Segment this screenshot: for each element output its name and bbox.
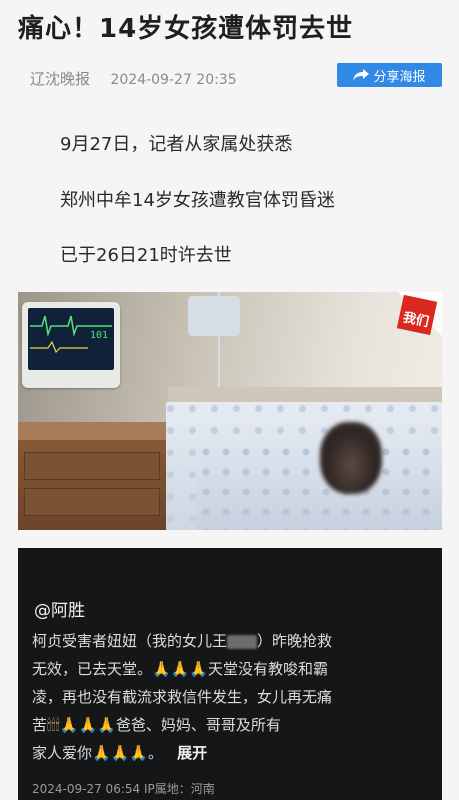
post-line-2: 无效，已去天堂。🙏🙏🙏天堂没有教唆和霸 xyxy=(32,660,329,678)
article-title: 痛心！14岁女孩遭体罚去世 xyxy=(18,14,354,44)
iv-bag xyxy=(188,296,240,336)
pray-emoji-icon: 🙏🙏🙏 xyxy=(59,716,116,734)
post-line-5: 家人爱你🙏🙏🙏。 展开 xyxy=(32,744,208,762)
post-timestamp: 2024-09-27 06:54 IP属地：河南 xyxy=(32,782,215,796)
watermark-badge: 我们 xyxy=(396,292,442,336)
blurred-name xyxy=(227,634,258,649)
pray-emoji-icon: 🙏🙏🙏 xyxy=(152,660,209,678)
share-label: 分享海报 xyxy=(373,69,426,85)
post-line-3: 凌，再也没有截流求救信件发生，女儿再无痛 xyxy=(32,688,333,706)
social-post-screenshot[interactable]: @阿胜 柯贞受害者妞妞（我的女儿王 ）昨晚抢救 无效，已去天堂。🙏🙏🙏天堂没有教唆… xyxy=(18,548,442,800)
blurred-face xyxy=(320,422,382,494)
paragraph-2: 郑州中牟14岁女孩遭教官体罚昏迷 xyxy=(60,190,335,211)
article-source[interactable]: 辽沈晚报 xyxy=(30,70,90,88)
article-datetime: 2024-09-27 20:35 xyxy=(110,72,237,88)
bedside-cabinet xyxy=(18,422,166,530)
patient-monitor: 101 xyxy=(22,302,120,388)
hospital-photo[interactable]: 101 我们 xyxy=(18,292,442,530)
paragraph-1: 9月27日，记者从家属处获悉 xyxy=(60,134,293,155)
monitor-reading: 101 xyxy=(90,330,108,341)
share-poster-button[interactable]: 分享海报 xyxy=(337,63,442,87)
post-author[interactable]: @阿胜 xyxy=(34,596,85,621)
blanket xyxy=(196,442,442,530)
paragraph-3: 已于26日21时许去世 xyxy=(60,245,232,266)
candle-emoji-icon: 🕯🕯🕯 xyxy=(47,716,60,734)
share-arrow-icon xyxy=(353,69,370,81)
pray-emoji-icon: 🙏🙏🙏 xyxy=(92,744,149,762)
post-line-4: 苦🕯🕯🕯🙏🙏🙏爸爸、妈妈、哥哥及所有 xyxy=(32,716,281,734)
expand-link[interactable]: 展开 xyxy=(177,744,207,762)
article-meta: 辽沈晚报 2024-09-27 20:35 xyxy=(30,68,237,89)
post-line-1: 柯贞受害者妞妞（我的女儿王 ）昨晚抢救 xyxy=(32,632,333,650)
